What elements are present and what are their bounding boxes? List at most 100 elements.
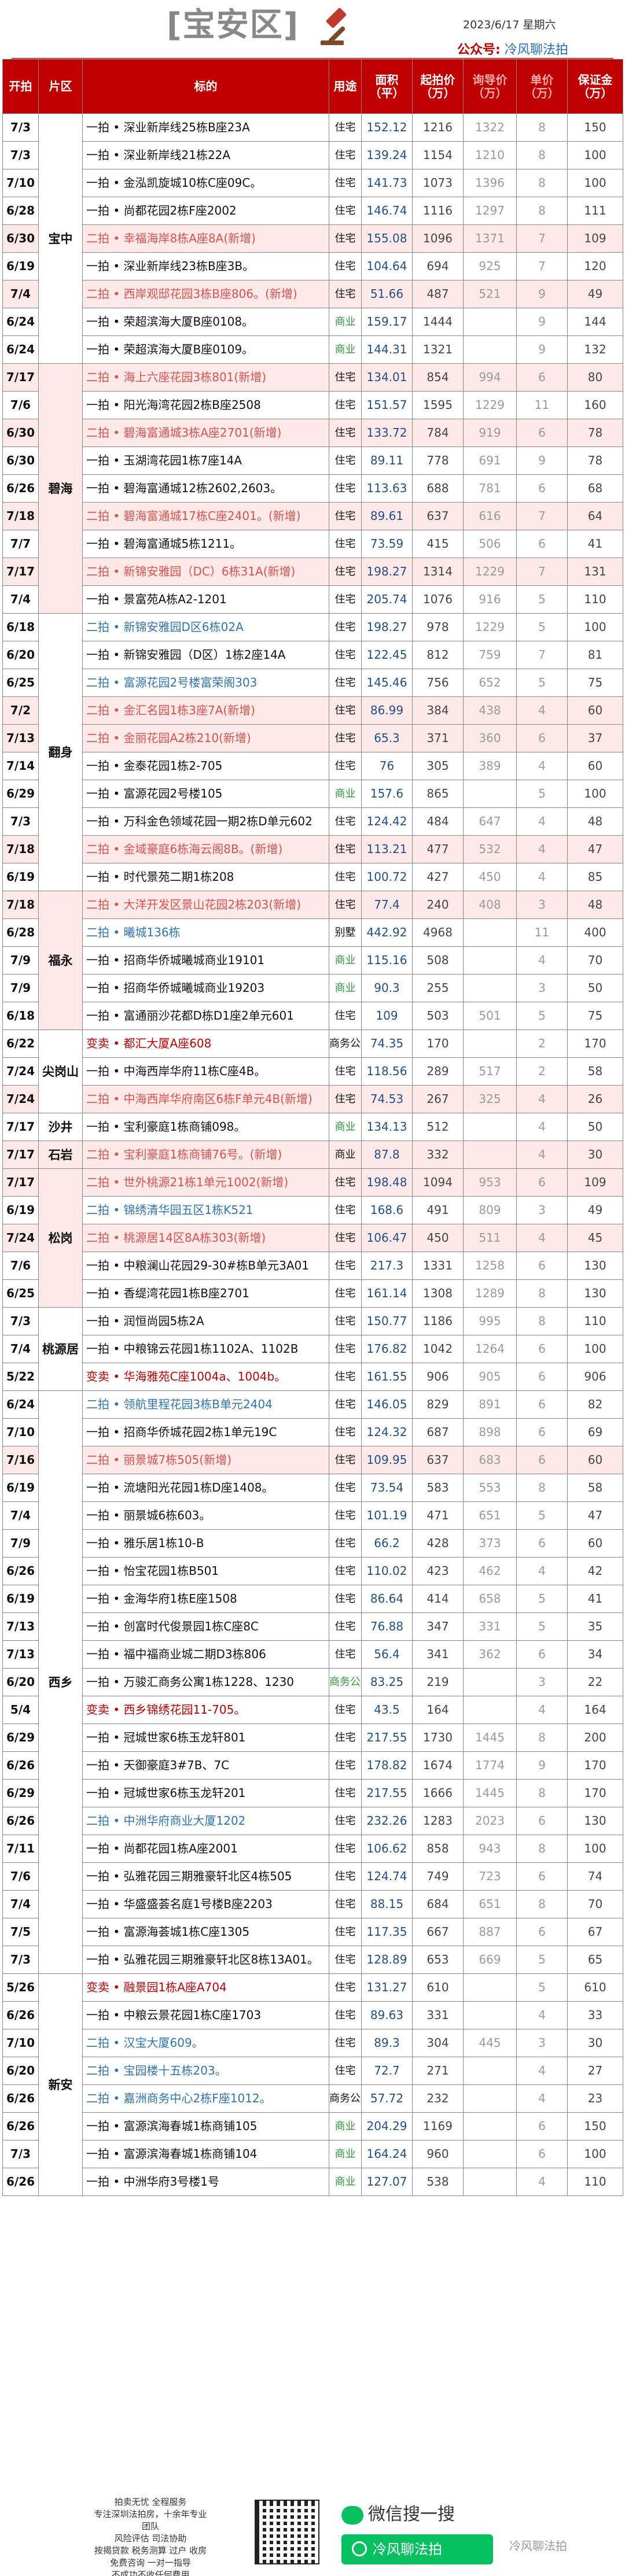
property-size: 100.72 — [361, 863, 413, 891]
property-size: 83.25 — [361, 1668, 413, 1696]
table-row[interactable]: 7/3 宝中 一拍 • 深业新岸线25栋B座23A 住宅 152.12 1216 1322 8… — [2, 113, 623, 364]
table-row[interactable]: 7/16 二拍 • 丽景城7栋505(新增) 住宅 109.95 637 683 6 60 — [2, 1446, 623, 1474]
table-row[interactable]: 6/19 一拍 • 时代景苑二期1栋208 住宅 100.72 427 450 4 85 — [2, 863, 623, 891]
table-row[interactable]: 6/25 一拍 • 香缇湾花园1栋B座2701 住宅 161.14 1308 1289 8 1… — [2, 1279, 623, 1308]
table-row[interactable]: 6/26 一拍 • 碧海富通城12栋2602,2603。 住宅 113.63 688 78… — [2, 474, 623, 503]
table-row[interactable]: 6/24 一拍 • 荣超滨海大厦B座0109。 商业 144.31 1321 9 132 — [2, 335, 623, 364]
unit-price: 4 — [516, 1224, 568, 1252]
table-row[interactable]: 7/6 一拍 • 弘雅花园三期雅豪轩北区4栋505 住宅 124.74 749 723 6 7… — [2, 1862, 623, 1891]
table-row[interactable]: 7/18 二拍 • 金域豪庭6栋海云阁8B。(新增) 住宅 113.21 477 532 4… — [2, 835, 623, 863]
start-price: 538 — [412, 2168, 464, 2196]
table-row[interactable]: 6/19 一拍 • 流塘阳光花园1栋D座1408。 住宅 73.54 583 553 8 58 — [2, 1474, 623, 1502]
property-size: 76 — [361, 752, 413, 780]
table-row[interactable]: 6/22尖岗山变卖 • 都汇大厦A座608商务公寓74.351702170 — [2, 1029, 623, 1113]
table-row[interactable]: 6/30 二拍 • 碧海富通城3栋A座2701(新增) 住宅 133.72 784 919… — [2, 419, 623, 447]
table-row[interactable]: 7/18 福永 二拍 • 大洋开发区景山花园2栋203(新增) 住宅 77.4 240 40… — [2, 891, 623, 1030]
table-row[interactable]: 7/13 一拍 • 创富时代俊景园1栋C座8C 住宅 76.88 347 331 5 35 — [2, 1612, 623, 1641]
table-row[interactable]: 7/24 二拍 • 中海西岸华府南区6栋F单元4B(新增) 住宅 74.53 267 32… — [2, 1085, 623, 1113]
table-row[interactable]: 7/13 一拍 • 福中福商业城二期D3栋806 住宅 56.4 341 362 6 34 — [2, 1640, 623, 1669]
table-row[interactable]: 6/20 一拍 • 万骏汇商务公寓1栋1228、1230商务公寓83.25219 3… — [2, 1668, 623, 1696]
table-row[interactable]: 6/18 一拍 • 富通丽沙花都D栋D1座2单元601 住宅 109 503 501 5 75 — [2, 1002, 623, 1030]
table-row[interactable]: 7/18 二拍 • 碧海富通城17栋C座2401。(新增) 住宅 89.61 637 61… — [2, 502, 623, 530]
table-row[interactable]: 7/17 碧海 二拍 • 海上六座花园3栋801(新增) 住宅 134.01 854 994… — [2, 363, 623, 614]
table-row[interactable]: 7/17 松岗 二拍 • 世外桃源21栋1单元1002(新增) 住宅 198.48 109… — [2, 1168, 623, 1308]
table-row[interactable]: 7/9 一拍 • 雅乐居1栋10-B 住宅 66.2 428 373 6 60 — [2, 1529, 623, 1558]
table-row[interactable]: 7/24 二拍 • 桃源居14区8A栋303(新增) 住宅 106.47 450 511 4… — [2, 1224, 623, 1252]
table-row[interactable]: 7/24 一拍 • 中海西岸华府11栋C座4B。 住宅 118.56 289 517 2 58 — [2, 1057, 623, 1086]
table-row[interactable]: 6/30 二拍 • 幸福海岸8栋A座8A(新增) 住宅 155.08 1096 1371 7… — [2, 224, 623, 253]
property-title: 一拍 • 碧海富通城5栋1211。 — [82, 530, 329, 558]
table-row[interactable]: 6/20 二拍 • 宝园楼十五栋203。 住宅 72.7 271 4 27 — [2, 2057, 623, 2085]
property-title: 二拍 • 幸福海岸8栋A座8A(新增) — [82, 224, 329, 253]
auction-date: 6/25 — [2, 1279, 39, 1308]
table-row[interactable]: 6/19 二拍 • 锦绣清华园五区1栋K521 住宅 168.6 491 809 3 49 — [2, 1196, 623, 1224]
table-row[interactable]: 6/26 二拍 • 嘉洲商务中心2栋F座1012。商务公寓57.72232 423 — [2, 2084, 623, 2113]
table-row[interactable]: 7/3 一拍 • 深业新岸线21栋22A 住宅 139.24 1154 1210 8 100 — [2, 141, 623, 169]
table-row[interactable]: 7/4 一拍 • 华盛盛荟名庭1号楼B座2203 住宅 88.15 684 651 8 70 — [2, 1890, 623, 1918]
table-row[interactable]: 7/7 一拍 • 碧海富通城5栋1211。 住宅 73.59 415 506 6 41 — [2, 530, 623, 558]
table-row[interactable]: 6/26 二拍 • 中洲华府商业大厦1202 住宅 232.26 1283 2023 6 13… — [2, 1807, 623, 1835]
table-row[interactable]: 7/3 一拍 • 弘雅花园三期雅豪轩北区8栋13A01。 住宅 128.89 653 66… — [2, 1946, 623, 1974]
table-row[interactable]: 7/4 一拍 • 景富苑A栋A2-1201 住宅 205.74 1076 916 5 110 — [2, 585, 623, 614]
table-row[interactable]: 7/4 一拍 • 丽景城6栋603。 住宅 101.19 471 651 5 47 — [2, 1501, 623, 1530]
table-row[interactable]: 6/24 一拍 • 荣超滨海大厦B座0108。 商业 159.17 1444 9 144 — [2, 308, 623, 336]
wechat-search-button[interactable]: 冷风聊法拍 — [341, 2534, 493, 2564]
table-row[interactable]: 7/6 一拍 • 中粮澜山花园29-30#栋B单元3A01 住宅 217.3 1331 1… — [2, 1252, 623, 1280]
table-row[interactable]: 6/26 一拍 • 天御豪庭3#7B、7C 住宅 178.82 1674 1774 9 170 — [2, 1751, 623, 1780]
guide-price: 651 — [463, 1890, 517, 1918]
deposit: 109 — [567, 224, 623, 253]
table-row[interactable]: 5/22 变卖 • 华海雅苑C座1004a、1004b。 住宅 161.55 906 90… — [2, 1363, 623, 1391]
table-row[interactable]: 7/5 一拍 • 富源海荟城1栋C座1305 住宅 117.35 667 887 6 67 — [2, 1918, 623, 1946]
table-row[interactable]: 7/4 一拍 • 中粮锦云花园1栋1102A、1102B 住宅 176.82 1042 1… — [2, 1335, 623, 1363]
table-row[interactable]: 6/26 一拍 • 中洲华府3号楼1号 商业 127.07 538 4 110 — [2, 2168, 623, 2196]
table-row[interactable]: 7/10 二拍 • 汉宝大厦609。 住宅 89.3 304 445 3 30 — [2, 2029, 623, 2057]
table-row[interactable]: 7/10 一拍 • 金泓凯旋城10栋C座09C。 住宅 141.73 1073 1396 8… — [2, 169, 623, 197]
table-row[interactable]: 6/30 一拍 • 玉湖湾花园1栋7座14A 住宅 89.11 778 691 9 78 — [2, 446, 623, 475]
table-row[interactable]: 6/28 一拍 • 尚都花园2栋F座2002 住宅 146.74 1116 1297 8 11… — [2, 197, 623, 225]
start-price: 756 — [412, 669, 464, 697]
table-row[interactable]: 6/24 西乡 二拍 • 领航里程花园3栋B单元2404 住宅 146.05 829 891… — [2, 1390, 623, 1974]
table-row[interactable]: 6/26 一拍 • 中粮云景花园1栋C座1703 住宅 89.63 331 4 33 — [2, 2001, 623, 2029]
table-row[interactable]: 7/9 一拍 • 招商华侨城曦城商业19101 商业 115.16 508 4 70 — [2, 946, 623, 975]
table-row[interactable]: 7/4 二拍 • 西岸观邸花园3栋B座806。(新增) 住宅 51.66 487 521 9… — [2, 280, 623, 308]
start-price: 512 — [412, 1113, 464, 1141]
table-row[interactable]: 7/3 一拍 • 富源滨海春城1栋商铺104 商业 164.24 960 6 100 — [2, 2140, 623, 2168]
table-row[interactable]: 7/3 一拍 • 万科金色领域花园一期2栋D单元602 住宅 124.42 484 647… — [2, 807, 623, 836]
table-row[interactable]: 6/19 一拍 • 深业新岸线23栋B座3B。 住宅 104.64 694 925 7 120 — [2, 252, 623, 281]
deposit: 200 — [567, 1724, 623, 1752]
qr-code-icon[interactable] — [255, 2500, 319, 2564]
table-row[interactable]: 7/6 一拍 • 阳光海湾花园2栋B座2508 住宅 151.57 1595 1229 11… — [2, 391, 623, 419]
table-row[interactable]: 6/26 一拍 • 富源滨海春城1栋商铺105 商业 204.29 1169 6 150 — [2, 2112, 623, 2140]
table-row[interactable]: 7/11 一拍 • 尚都花园1栋A座2001 住宅 106.62 858 943 8 100 — [2, 1835, 623, 1863]
wechat-search[interactable]: 微信搜一搜 冷风聊法拍 — [341, 2500, 493, 2564]
guide-price: 669 — [463, 1946, 517, 1974]
auction-date: 7/3 — [2, 1307, 39, 1335]
table-row[interactable]: 6/19 一拍 • 金海华府1栋E座1508 住宅 86.64 414 658 5 41 — [2, 1585, 623, 1613]
table-row[interactable]: 6/29 一拍 • 冠城世家6栋玉龙轩201 住宅 217.55 1666 1445 8 17… — [2, 1779, 623, 1807]
table-row[interactable]: 7/3 桃源居 一拍 • 润恒尚园5栋2A 住宅 150.77 1186 995 8 110 — [2, 1307, 623, 1391]
table-row[interactable]: 6/29 一拍 • 富源花园2号楼105 商业 157.6 865 5 100 — [2, 780, 623, 808]
unit-price: 6 — [516, 1363, 568, 1391]
table-row[interactable]: 7/2 二拍 • 金汇名园1栋3座7A(新增) 住宅 86.99 384 438 4 60 — [2, 696, 623, 725]
table-row[interactable]: 7/17 沙井 一拍 • 宝利豪庭1栋商铺098。 商业 134.13 512 4 50 — [2, 1113, 623, 1141]
table-row[interactable]: 6/26 一拍 • 怡宝花园1栋B501 住宅 110.02 423 462 4 42 — [2, 1557, 623, 1585]
unit-price: 8 — [516, 141, 568, 169]
table-row[interactable]: 7/10 一拍 • 招商华侨城花园2栋1单元19C 住宅 124.32 687 898 6 6… — [2, 1418, 623, 1446]
table-row[interactable]: 7/9 一拍 • 招商华侨城曦城商业19203 商业 90.3 255 3 50 — [2, 974, 623, 1002]
table-row[interactable]: 7/17 二拍 • 新锦安雅园（DC）6栋31A(新增) 住宅 198.27 1314 1… — [2, 558, 623, 586]
table-row[interactable]: 6/20 一拍 • 新锦安雅园（D区）1栋2座14A 住宅 122.45 812 759 7… — [2, 641, 623, 669]
table-row[interactable]: 5/26 新安 变卖 • 融景园1栋A座A704 住宅 131.27 610 5 610 — [2, 1973, 623, 2196]
start-price: 415 — [412, 530, 464, 558]
table-row[interactable]: 6/28 二拍 • 曦城136栋 别墅 442.92 4968 11 400 — [2, 918, 623, 947]
property-size: 159.17 — [361, 308, 413, 336]
table-row[interactable]: 7/13 二拍 • 金丽花园A2栋210(新增) 住宅 65.3 371 360 6 37 — [2, 724, 623, 752]
table-row[interactable]: 6/25 二拍 • 富源花园2号楼富荣阁303 住宅 145.46 756 652 5 75 — [2, 669, 623, 697]
table-row[interactable]: 7/14 一拍 • 金泰花园1栋2-705 住宅 76 305 389 4 60 — [2, 752, 623, 780]
table-row[interactable]: 7/17 石岩 二拍 • 宝利豪庭1栋商铺76号。(新增) 商业 87.8 332 4 30 — [2, 1141, 623, 1169]
auction-date: 6/19 — [2, 863, 39, 891]
table-row[interactable]: 5/4 变卖 • 西乡锦绣花园11-705。 住宅 43.5 164 4 164 — [2, 1696, 623, 1724]
auction-date: 7/3 — [2, 1946, 39, 1974]
table-row[interactable]: 6/29 一拍 • 冠城世家6栋玉龙轩801 住宅 217.55 1730 1445 8 20… — [2, 1724, 623, 1752]
table-row[interactable]: 6/18 翻身 二拍 • 新锦安雅园D区6栋02A 住宅 198.27 978 1229 5 1… — [2, 613, 623, 891]
start-price: 1321 — [412, 335, 464, 364]
